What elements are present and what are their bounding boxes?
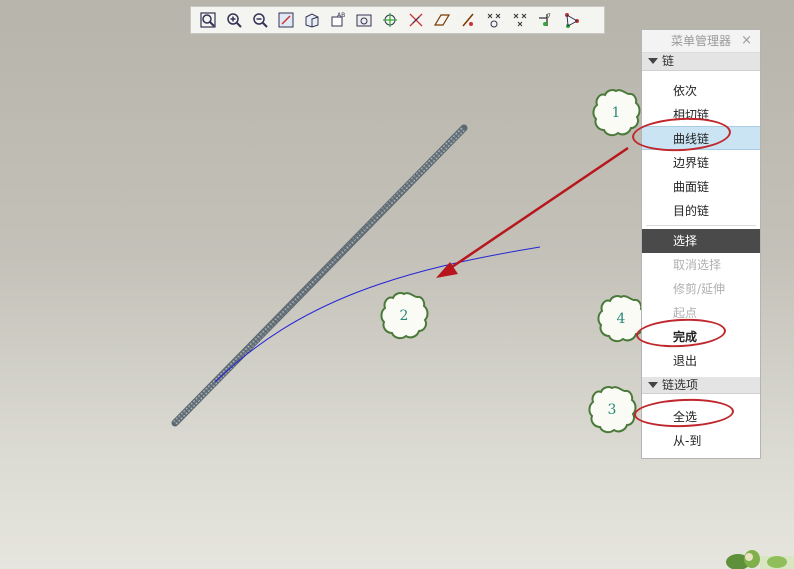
zoom-out-icon — [252, 13, 268, 28]
repaint-button[interactable] — [274, 9, 297, 31]
datum-axis-button[interactable] — [430, 9, 453, 31]
menu-title: 菜单管理器 × — [642, 30, 760, 53]
view-toolbar: AB 7 — [190, 6, 605, 34]
named-view-button[interactable]: AB — [326, 9, 349, 31]
shade-icon — [305, 13, 318, 28]
menu-item-intent-chain[interactable]: 目的链 — [642, 199, 760, 223]
callout-1: 1 — [591, 88, 641, 138]
section-chain[interactable]: 链 — [642, 53, 760, 71]
section-chain-options-label: 链选项 — [662, 378, 699, 392]
menu-item-select[interactable]: 选择 — [642, 229, 760, 253]
network-button[interactable] — [560, 9, 583, 31]
collapse-triangle-icon — [648, 58, 658, 64]
datum-point-button[interactable] — [456, 9, 479, 31]
zoom-in-icon — [226, 13, 242, 28]
svg-text:7: 7 — [547, 13, 551, 20]
repaint-icon — [278, 12, 293, 28]
callout-2: 2 — [379, 291, 429, 341]
menu-item-quit[interactable]: 退出 — [642, 349, 760, 373]
menu-item-trim-extend: 修剪/延伸 — [673, 282, 726, 296]
view-manager-icon — [356, 14, 371, 27]
datum-plane-icon — [409, 13, 422, 27]
menu-item-unselect: 取消选择 — [673, 258, 722, 272]
callout-3: 3 — [587, 385, 637, 435]
svg-text:AB: AB — [337, 12, 345, 19]
datum-point-icon — [461, 13, 474, 27]
layer-icon: 7 — [538, 13, 551, 26]
menu-item-from-to[interactable]: 从-到 — [642, 429, 760, 453]
named-view-icon: AB — [331, 12, 345, 27]
menu-item-sequence[interactable]: 依次 — [642, 79, 760, 103]
network-icon — [564, 13, 579, 28]
menu-item-boundary-chain[interactable]: 边界链 — [642, 151, 760, 175]
spin-center-button[interactable] — [378, 9, 401, 31]
annotation-arrow — [436, 146, 629, 278]
model-curve[interactable] — [214, 246, 541, 383]
menu-title-text: 菜单管理器 — [670, 34, 731, 48]
callout-3-label: 3 — [607, 402, 617, 418]
callout-2-label: 2 — [399, 308, 409, 324]
collapse-triangle-icon — [648, 382, 658, 388]
shade-button[interactable] — [300, 9, 323, 31]
spin-center-icon — [382, 13, 397, 27]
annotation-button[interactable] — [508, 9, 531, 31]
callout-1-label: 1 — [611, 105, 621, 121]
menu-manager: 菜单管理器 × 链 依次 相切链 曲线链 边界链 曲面链 目的链 选择 取消选择… — [641, 29, 761, 459]
close-icon[interactable]: × — [741, 30, 752, 52]
view-manager-button[interactable] — [352, 9, 375, 31]
section-chain-label: 链 — [662, 54, 675, 68]
layer-button[interactable]: 7 — [534, 9, 557, 31]
zoom-out-button[interactable] — [248, 9, 271, 31]
csys-button[interactable] — [482, 9, 505, 31]
csys-icon — [487, 13, 500, 28]
menu-divider — [646, 225, 756, 226]
zoom-fit-icon — [199, 12, 216, 28]
decorative-leaf-corner — [726, 550, 794, 569]
section-chain-options[interactable]: 链选项 — [642, 377, 760, 394]
zoom-fit-button[interactable] — [196, 9, 219, 31]
datum-plane-button[interactable] — [404, 9, 427, 31]
annotation-icon — [513, 13, 526, 27]
menu-item-surface-chain[interactable]: 曲面链 — [642, 175, 760, 199]
zoom-in-button[interactable] — [222, 9, 245, 31]
datum-axis-icon — [433, 14, 450, 26]
